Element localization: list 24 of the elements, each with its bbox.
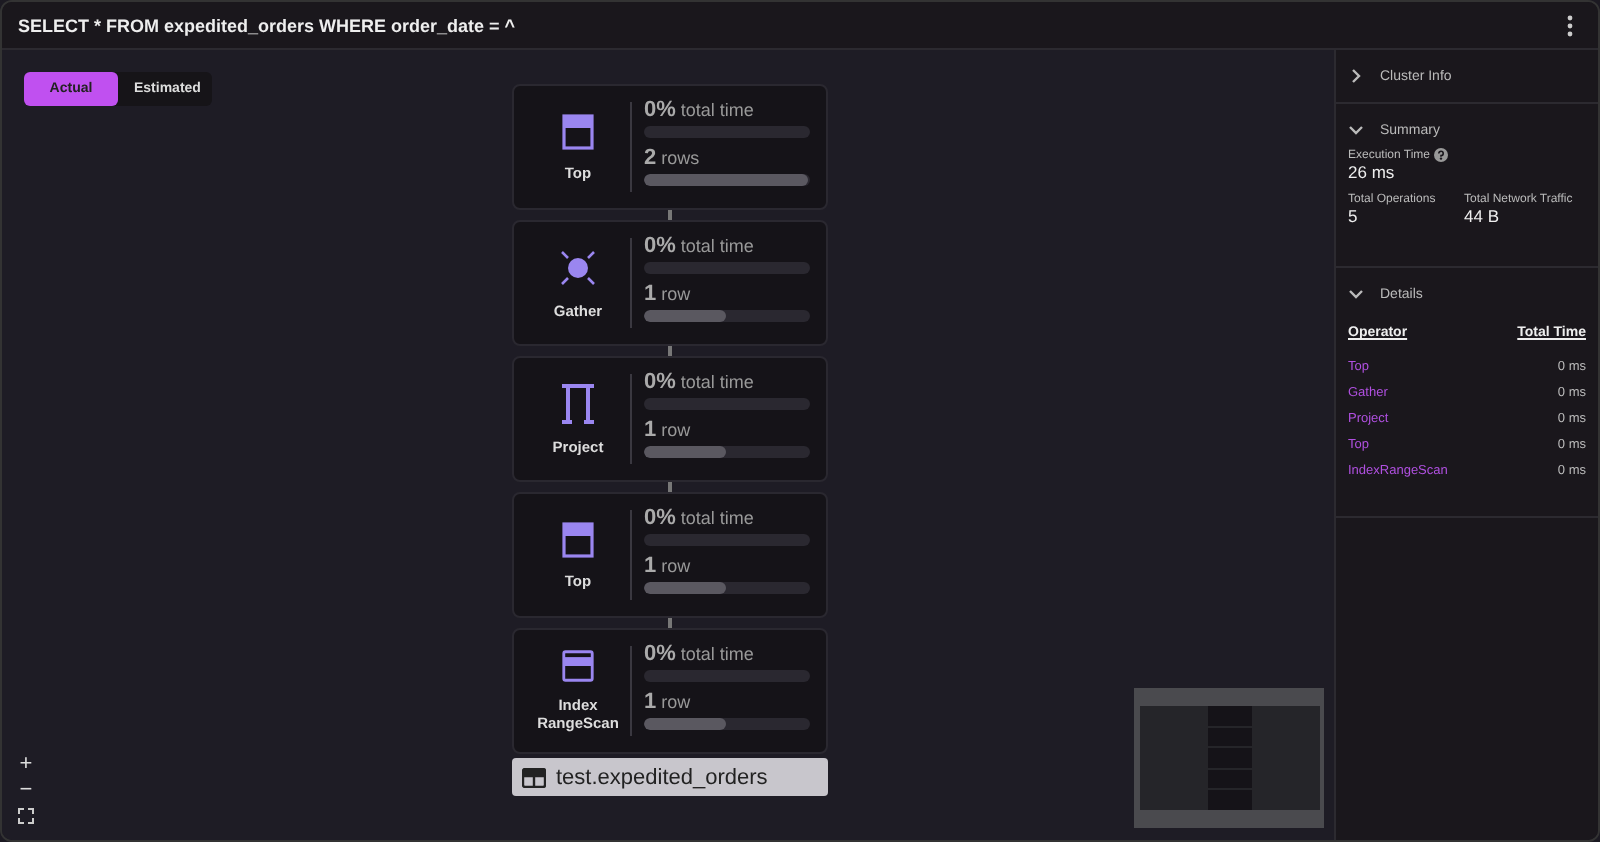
table-scan-icon (560, 650, 596, 682)
metric-text: 0% total time (644, 99, 756, 121)
pi-symbol-icon (560, 382, 596, 424)
table-name: test.expedited_orders (556, 765, 768, 789)
metric-text: 1 row (644, 691, 693, 713)
fit-view-icon (18, 808, 34, 824)
metric-text: 2 rows (644, 147, 702, 169)
metric-text: 1 row (644, 419, 693, 441)
fit-view-button[interactable] (14, 804, 38, 828)
table-icon (522, 767, 546, 787)
stat-value: 26 ms (1348, 162, 1397, 182)
query-title: SELECT * FROM expedited_orders WHERE order_date = ^ (18, 15, 516, 35)
metric-text: 0% total time (644, 507, 756, 529)
top-operator-icon (562, 521, 594, 557)
more-icon (1566, 13, 1574, 37)
stat-value: 5 (1348, 206, 1360, 226)
metric-text: 1 row (644, 283, 693, 305)
metric-text: 1 row (644, 555, 693, 577)
metric-text: 0% total time (644, 371, 756, 393)
metric-text: 0% total time (644, 235, 756, 257)
gather-icon (558, 247, 598, 287)
top-operator-icon (562, 113, 594, 149)
stat-value: 44 B (1464, 206, 1501, 226)
metric-text: 0% total time (644, 643, 756, 665)
